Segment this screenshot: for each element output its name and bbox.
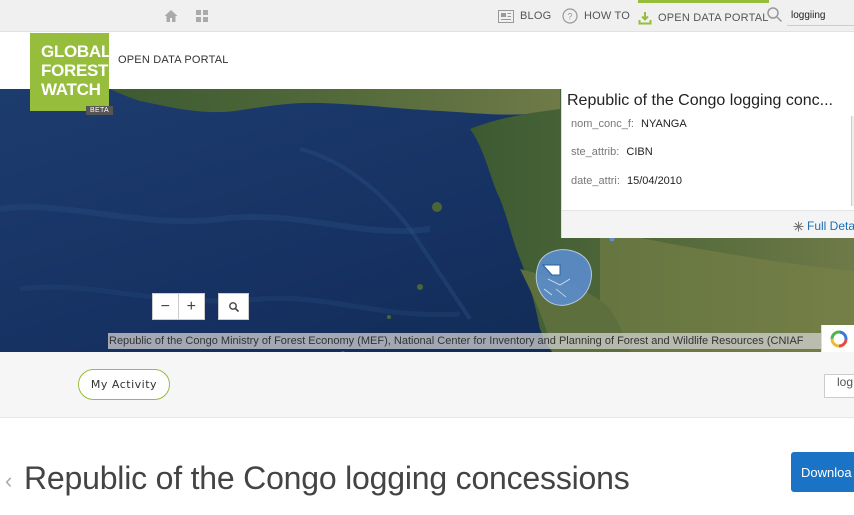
zoom-in-button[interactable]: + [178,294,204,319]
beta-badge: BETA [86,106,113,115]
popup-field-row: ste_attrib: CIBN [571,146,653,158]
popup-field-value: 15/04/2010 [626,175,683,187]
popup-field-key: nom_conc_f: [571,118,634,130]
svg-text:?: ? [567,12,572,22]
top-nav: BLOG ? HOW TO OPEN DATA PORTAL [0,0,854,32]
search-icon[interactable] [766,6,784,24]
blog-icon [498,9,514,23]
apps-grid-icon[interactable] [194,8,210,24]
color-legend-icon[interactable] [821,325,854,352]
page: BLOG ? HOW TO OPEN DATA PORTAL OPE [0,0,854,515]
popup-field-row: date_attri: 15/04/2010 [571,175,682,187]
portal-search-input[interactable]: log [824,374,854,398]
nav-blog-label: BLOG [520,10,552,22]
popup-field-key: date_attri: [571,175,620,187]
back-chevron-icon[interactable]: ‹ [5,470,12,492]
download-button[interactable]: Downloa [791,452,854,492]
nav-blog-link[interactable]: BLOG [498,0,551,32]
page-title: Republic of the Congo logging concession… [24,460,630,496]
zoom-out-button[interactable]: − [153,294,179,319]
logo-line-1: GLOBAL [41,42,111,61]
magnifier-icon [228,301,239,312]
gfw-logo[interactable]: GLOBAL FOREST WATCH [30,33,111,111]
popup-title: Republic of the Congo logging conc... [567,92,833,109]
popup-field-key: ste_attrib: [571,146,620,158]
zoom-controls: − + [152,293,205,320]
zoom-to-icon [793,221,804,231]
nav-how-to-link[interactable]: ? HOW TO [562,0,630,32]
map-attribution: Republic of the Congo Ministry of Forest… [108,333,821,349]
nav-open-data-portal-label: OPEN DATA PORTAL [658,11,769,24]
header-title: OPEN DATA PORTAL [118,54,229,66]
popup-field-value: NYANGA [641,118,687,130]
top-search [766,0,854,32]
popup-field-row: nom_conc_f: NYANGA [571,118,687,130]
logo-line-2: FOREST [41,61,109,80]
full-details-label: Full Deta [807,219,854,233]
nav-open-data-portal-link[interactable]: OPEN DATA PORTAL [638,0,769,32]
map-search-button[interactable] [218,293,249,320]
nav-how-to-label: HOW TO [584,10,631,22]
activity-bar: My Activity log [0,352,854,418]
my-activity-button[interactable]: My Activity [78,369,170,400]
popup-footer: Full Deta [562,210,854,238]
popup-field-value: CIBN [626,146,653,158]
top-search-input[interactable] [787,6,854,26]
logo-line-3: WATCH [41,80,101,99]
download-icon [638,11,652,24]
home-icon[interactable] [163,8,179,24]
full-details-link[interactable]: Full Deta [793,219,854,233]
feature-popup: Republic of the Congo logging conc... no… [561,89,854,238]
help-circle-icon: ? [562,8,578,24]
site-header: OPEN DATA PORTAL [0,33,854,89]
